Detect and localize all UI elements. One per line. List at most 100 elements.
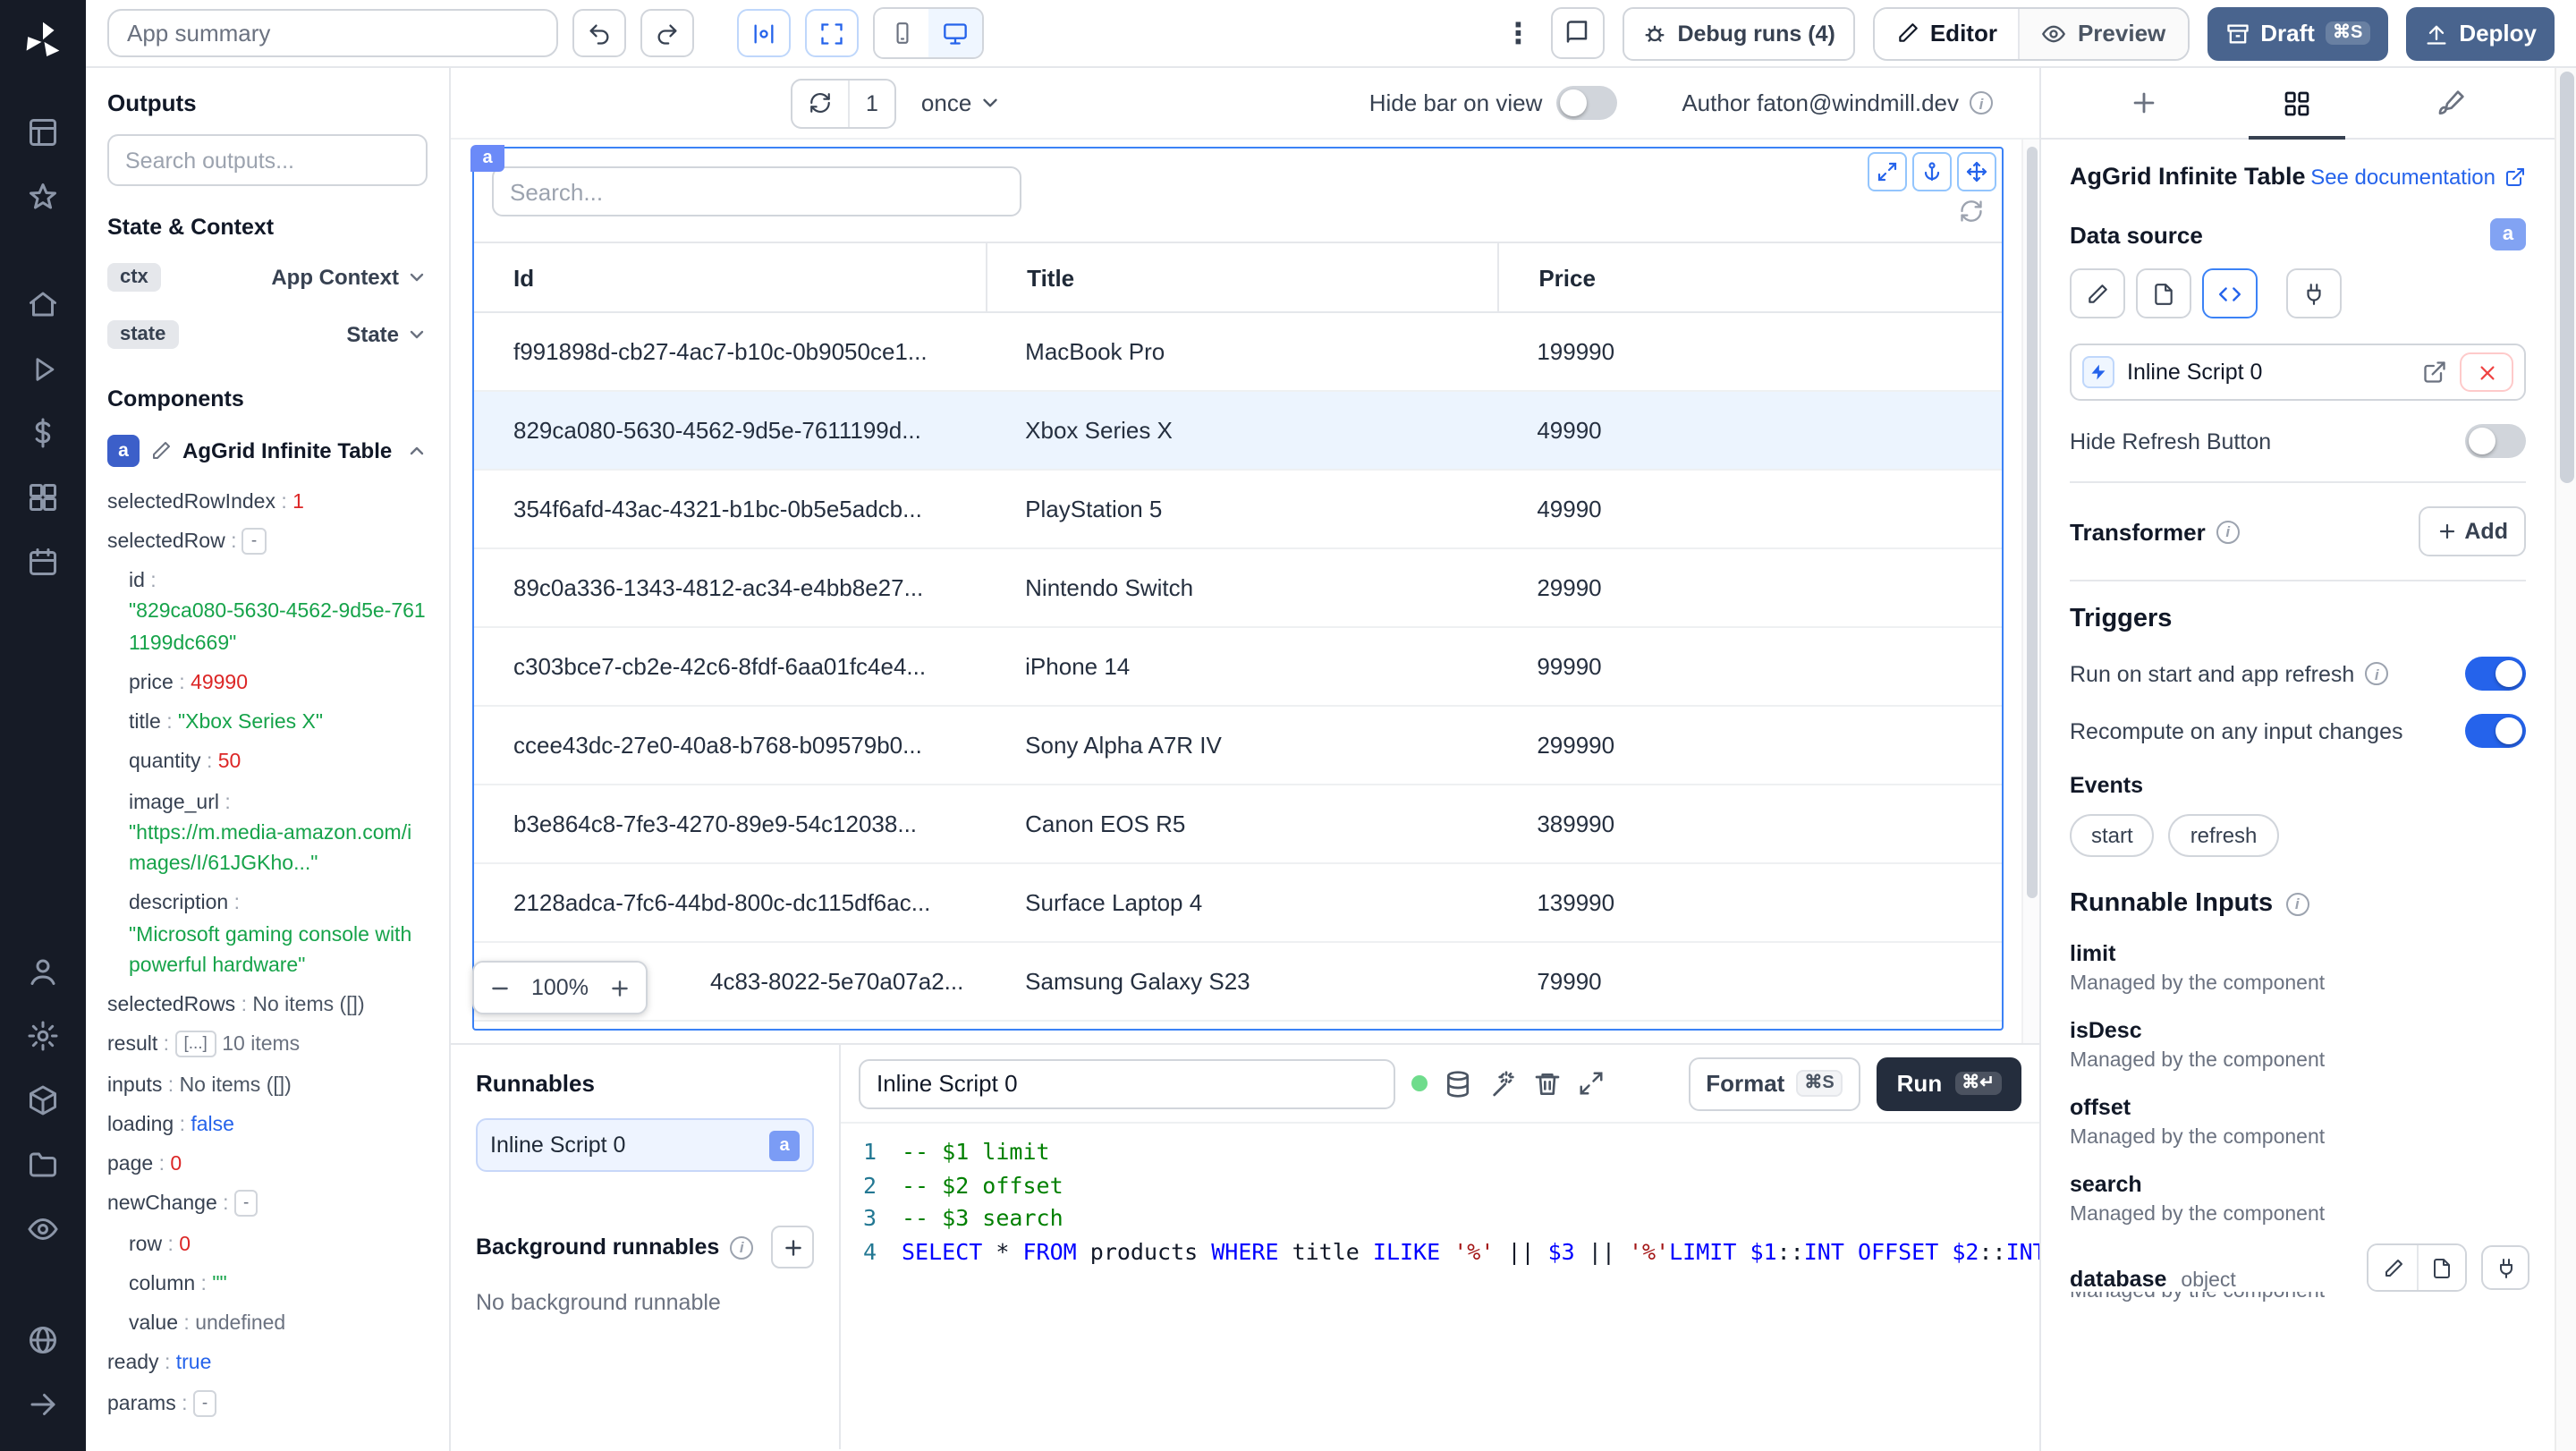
- grid-refresh-button[interactable]: [1959, 199, 1984, 224]
- table-row[interactable]: 354f6afd-43ac-4321-b1bc-0b5e5adcb... Play…: [474, 471, 2002, 549]
- windmill-logo[interactable]: [20, 18, 66, 64]
- output-node-selectedRowIndex[interactable]: selectedRowIndex : 1: [107, 483, 428, 523]
- code-editor[interactable]: 1 -- $1 limit 2 -- $2 offset 3 -- $3 search 4 S…: [841, 1124, 2039, 1449]
- script-name-input[interactable]: [859, 1058, 1395, 1108]
- folders-icon[interactable]: [13, 1136, 73, 1193]
- runnable-item[interactable]: Inline Script 0a: [476, 1118, 814, 1172]
- output-node-value[interactable]: value : undefined: [107, 1305, 428, 1345]
- deploy-button[interactable]: Deploy: [2405, 6, 2555, 60]
- tab-component-settings[interactable]: [2220, 68, 2374, 140]
- audit-eye-icon[interactable]: [13, 1201, 73, 1258]
- external-link-icon[interactable]: [2422, 360, 2447, 385]
- resources-blocks-icon[interactable]: [13, 469, 73, 526]
- more-menu-icon[interactable]: ⋮: [1504, 15, 1532, 51]
- schedules-calendar-icon[interactable]: [13, 533, 73, 590]
- output-node-result[interactable]: result : [...] 10 items: [107, 1027, 428, 1067]
- favorites-star-icon[interactable]: [13, 168, 73, 225]
- template-input-button[interactable]: [2136, 268, 2191, 318]
- output-node-title[interactable]: title : "Xbox Series X": [107, 704, 428, 744]
- table-row[interactable]: c303bce7-cb2e-42c6-8fdf-6aa01fc4e4... iPh…: [474, 628, 2002, 707]
- table-row[interactable]: f991898d-cb27-4ac7-b10c-0b9050ce1... MacB…: [474, 313, 2002, 392]
- tab-insert-component[interactable]: [2066, 68, 2220, 138]
- state-row[interactable]: state State: [107, 311, 428, 358]
- output-node-inputs[interactable]: inputs : No items ([]): [107, 1066, 428, 1107]
- event-chip-start[interactable]: start: [2070, 814, 2155, 857]
- debug-runs-button[interactable]: Debug runs (4): [1622, 6, 1855, 60]
- output-node-image_url[interactable]: image_url : "https://m.media-amazon.com/…: [107, 784, 428, 886]
- column-header-price[interactable]: Price: [1497, 243, 2002, 311]
- fullscreen-button[interactable]: [805, 9, 859, 57]
- run-button[interactable]: Run ⌘↵: [1877, 1056, 2021, 1110]
- database-template-button[interactable]: [2417, 1245, 2465, 1290]
- output-node-selectedRows[interactable]: selectedRows : No items ([]): [107, 987, 428, 1027]
- output-node-description[interactable]: description : "Microsoft gaming console …: [107, 886, 428, 988]
- database-connect-button[interactable]: [2481, 1245, 2529, 1290]
- schedule-select[interactable]: once: [921, 89, 1002, 116]
- canvas-scrollbar[interactable]: [2021, 140, 2039, 1043]
- table-row[interactable]: 829ca080-5630-4562-9d5e-7611199d... Xbox …: [474, 392, 2002, 471]
- info-icon[interactable]: i: [730, 1235, 754, 1259]
- globe-icon[interactable]: [13, 1311, 73, 1369]
- docs-button[interactable]: [1550, 7, 1605, 59]
- refresh-count[interactable]: 1: [848, 80, 894, 126]
- connect-input-button[interactable]: [2286, 268, 2342, 318]
- expand-component-button[interactable]: [1868, 152, 1907, 191]
- apps-icon[interactable]: [13, 104, 73, 161]
- column-header-title[interactable]: Title: [986, 243, 1497, 311]
- info-icon[interactable]: i: [2285, 892, 2309, 915]
- static-input-button[interactable]: [2070, 268, 2125, 318]
- app-canvas[interactable]: a IdTitlePrice f991898d-cb27-4ac7-b10c-0…: [451, 140, 2039, 1045]
- output-node-id[interactable]: id : "829ca080-5630-4562-9d5e-7611199dc6…: [107, 563, 428, 665]
- outputs-search-input[interactable]: [107, 134, 428, 186]
- zoom-out-button[interactable]: [474, 963, 524, 1013]
- database-icon[interactable]: [1444, 1069, 1472, 1098]
- output-node-params[interactable]: params : -: [107, 1385, 428, 1425]
- mobile-view-button[interactable]: [875, 9, 928, 57]
- user-icon[interactable]: [13, 943, 73, 1000]
- refresh-all-button[interactable]: [792, 80, 848, 126]
- table-row[interactable]: 2128adca-7fc6-44bd-800c-dc115df6ac... Sur…: [474, 864, 2002, 943]
- table-row[interactable]: 4c83-8022-5e70a07a2... Samsung Galaxy S23…: [474, 943, 2002, 1022]
- add-background-runnable-button[interactable]: [771, 1226, 814, 1269]
- undo-button[interactable]: [572, 9, 626, 57]
- ai-assistant-icon[interactable]: [1488, 1069, 1517, 1098]
- redo-button[interactable]: [640, 9, 694, 57]
- expand-editor-icon[interactable]: [1578, 1070, 1605, 1097]
- format-button[interactable]: Format ⌘S: [1688, 1056, 1861, 1110]
- grid-search-input[interactable]: [492, 166, 1021, 216]
- info-icon[interactable]: i: [2365, 662, 2389, 685]
- hide-refresh-toggle[interactable]: [2465, 424, 2526, 458]
- output-node-row[interactable]: row : 0: [107, 1226, 428, 1266]
- attached-script-row[interactable]: Inline Script 0: [2070, 344, 2526, 401]
- settings-gear-icon[interactable]: [13, 1007, 73, 1065]
- hide-bar-toggle[interactable]: [1556, 86, 1618, 120]
- collapse-arrow-icon[interactable]: [13, 1376, 73, 1433]
- tab-editor[interactable]: Editor: [1874, 8, 2019, 58]
- component-tree-item[interactable]: a AgGrid Infinite Table: [107, 426, 428, 476]
- ctx-row[interactable]: ctx App Context: [107, 254, 428, 301]
- output-node-quantity[interactable]: quantity : 50: [107, 744, 428, 785]
- zoom-in-button[interactable]: [596, 963, 646, 1013]
- output-node-page[interactable]: page : 0: [107, 1146, 428, 1186]
- aggrid-component[interactable]: a IdTitlePrice f991898d-cb27-4ac7-b10c-0…: [470, 145, 2004, 1031]
- draft-button[interactable]: Draft ⌘S: [2207, 6, 2388, 60]
- add-transformer-button[interactable]: Add: [2418, 506, 2526, 556]
- info-icon[interactable]: i: [1970, 91, 1993, 115]
- output-node-ready[interactable]: ready : true: [107, 1345, 428, 1386]
- eval-input-button[interactable]: [2202, 268, 2258, 318]
- see-documentation-link[interactable]: See documentation: [2310, 164, 2526, 189]
- workers-package-icon[interactable]: [13, 1072, 73, 1129]
- column-header-id[interactable]: Id: [474, 243, 986, 311]
- window-scrollbar[interactable]: [2555, 68, 2576, 1451]
- table-row[interactable]: ccee43dc-27e0-40a8-b768-b09579b0... Sony …: [474, 707, 2002, 785]
- panel-layout-button[interactable]: [737, 9, 791, 57]
- output-node-loading[interactable]: loading : false: [107, 1107, 428, 1147]
- tab-styling[interactable]: [2374, 68, 2528, 138]
- database-edit-button[interactable]: [2368, 1245, 2417, 1290]
- desktop-view-button[interactable]: [928, 9, 982, 57]
- delete-script-icon[interactable]: [1533, 1069, 1562, 1098]
- output-node-column[interactable]: column : "": [107, 1266, 428, 1306]
- event-chip-refresh[interactable]: refresh: [2168, 814, 2279, 857]
- move-component-button[interactable]: [1957, 152, 1996, 191]
- output-node-selectedRow[interactable]: selectedRow : -: [107, 523, 428, 564]
